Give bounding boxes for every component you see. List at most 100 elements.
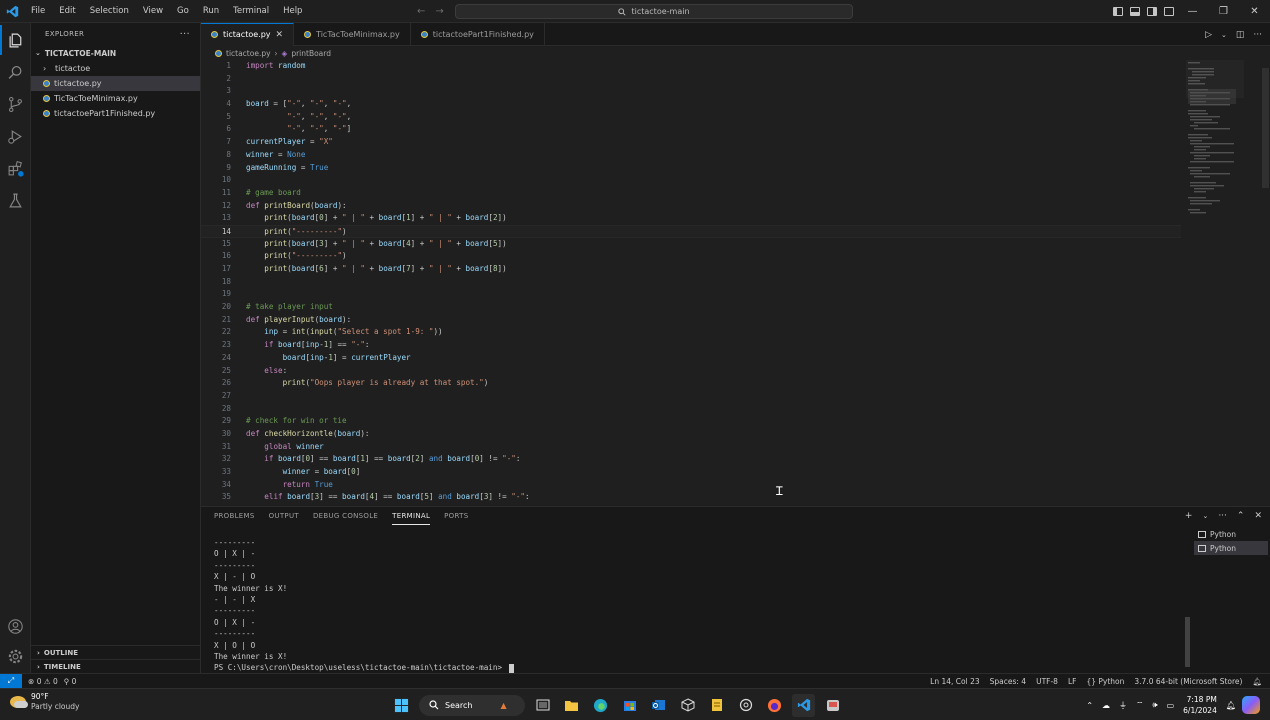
menu-terminal[interactable]: Terminal	[226, 0, 276, 23]
code-line[interactable]: 3	[201, 85, 1181, 98]
toggle-primary-sidebar-icon[interactable]	[1113, 7, 1123, 16]
windows-start-icon[interactable]	[390, 694, 413, 717]
code-line[interactable]: 19	[201, 288, 1181, 301]
search-view-icon[interactable]	[0, 57, 31, 87]
breadcrumb-symbol[interactable]: printBoard	[291, 49, 331, 58]
more-actions-icon[interactable]: ···	[1218, 511, 1227, 521]
menu-view[interactable]: View	[136, 0, 170, 23]
show-hidden-icons-icon[interactable]: ⌃	[1086, 701, 1093, 710]
code-line[interactable]: 17 print(board[6] + " | " + board[7] + "…	[201, 263, 1181, 276]
weather-widget[interactable]: 90°F Partly cloudy	[10, 692, 79, 712]
close-window-icon[interactable]: ✕	[1239, 0, 1270, 23]
menu-file[interactable]: File	[24, 0, 52, 23]
code-line[interactable]: 24 board[inp-1] = currentPlayer	[201, 352, 1181, 365]
menu-run[interactable]: Run	[196, 0, 226, 23]
code-line[interactable]: 33 winner = board[0]	[201, 466, 1181, 479]
tab-ports[interactable]: PORTS	[444, 507, 468, 525]
more-actions-icon[interactable]: ···	[180, 29, 190, 40]
customize-layout-icon[interactable]	[1164, 7, 1174, 16]
vscode-taskbar-icon[interactable]	[792, 693, 815, 717]
back-arrow-icon[interactable]: ←	[417, 6, 425, 17]
language-mode[interactable]: {} Python	[1086, 677, 1124, 686]
terminal-output[interactable]: --------- O | X | - --------- X | - | O The …	[214, 537, 1174, 673]
usb-icon[interactable]: ⏚	[1119, 700, 1127, 711]
terminal-prompt-line[interactable]: PS C:\Users\cron\Desktop\useless\tictact…	[214, 662, 1174, 673]
tab-output[interactable]: OUTPUT	[269, 507, 299, 525]
new-terminal-icon[interactable]: +	[1185, 511, 1193, 521]
notifications-bell-icon[interactable]: 🔔︎	[1252, 677, 1262, 686]
toggle-panel-icon[interactable]	[1130, 7, 1140, 16]
more-actions-icon[interactable]: ···	[1253, 30, 1262, 40]
code-line[interactable]: 30 def checkHorizontle(board):	[201, 428, 1181, 441]
file-explorer-icon[interactable]	[560, 694, 583, 717]
problems-status[interactable]: ⊗ 0 ⚠ 0	[28, 677, 58, 686]
code-line[interactable]: 2	[201, 73, 1181, 86]
manage-gear-icon[interactable]	[0, 641, 31, 671]
extensions-icon[interactable]	[0, 153, 31, 183]
restore-icon[interactable]: ❐	[1208, 0, 1239, 23]
toggle-secondary-sidebar-icon[interactable]	[1147, 7, 1157, 16]
code-line[interactable]: 7 currentPlayer = "X"	[201, 136, 1181, 149]
code-line[interactable]: 27	[201, 390, 1181, 403]
code-line[interactable]: 23 if board[inp-1] == "-":	[201, 339, 1181, 352]
close-tab-icon[interactable]: ✕	[276, 30, 284, 40]
editor-scrollbar-thumb[interactable]	[1262, 68, 1269, 188]
remote-indicator-icon[interactable]: ⤢	[0, 673, 22, 689]
code-line[interactable]: 26 print("Oops player is already at that…	[201, 377, 1181, 390]
code-line[interactable]: 22 inp = int(input("Select a spot 1-9: "…	[201, 326, 1181, 339]
close-panel-icon[interactable]: ✕	[1254, 511, 1262, 521]
code-line[interactable]: 16 print("---------")	[201, 250, 1181, 263]
chatgpt-icon[interactable]	[734, 694, 757, 717]
code-editor[interactable]: 1 import random 2 3 4 board = ["-", "-", "-",…	[201, 60, 1181, 506]
code-line[interactable]: 28	[201, 403, 1181, 416]
code-line[interactable]: 15 print(board[3] + " | " + board[4] + "…	[201, 238, 1181, 251]
tab-tictactoepart1finished-py[interactable]: tictactoePart1Finished.py	[411, 22, 545, 46]
code-line[interactable]: 5 "-", "-", "-",	[201, 111, 1181, 124]
code-line[interactable]: 9 gameRunning = True	[201, 162, 1181, 175]
code-line[interactable]: 12 def printBoard(board):	[201, 200, 1181, 213]
code-line[interactable]: 20 # take player input	[201, 301, 1181, 314]
code-line[interactable]: 13 print(board[0] + " | " + board[1] + "…	[201, 212, 1181, 225]
code-line[interactable]: 31 global winner	[201, 441, 1181, 454]
code-line[interactable]: 11 # game board	[201, 187, 1181, 200]
minimap[interactable]	[1186, 60, 1244, 240]
code-line[interactable]: 21 def playerInput(board):	[201, 314, 1181, 327]
split-editor-icon[interactable]: ◫	[1236, 30, 1245, 40]
code-line[interactable]: 34 return True	[201, 479, 1181, 492]
terminal-instance-1[interactable]: Python	[1194, 527, 1268, 541]
battery-icon[interactable]: ▭	[1167, 701, 1175, 710]
run-and-debug-icon[interactable]	[0, 121, 31, 151]
encoding[interactable]: UTF-8	[1036, 677, 1058, 686]
minimize-icon[interactable]: —	[1177, 0, 1208, 23]
tab-terminal[interactable]: TERMINAL	[392, 507, 431, 525]
code-line[interactable]: 18	[201, 276, 1181, 289]
command-center[interactable]: tictactoe-main	[455, 4, 853, 19]
forward-arrow-icon[interactable]: →	[435, 6, 443, 17]
code-line[interactable]: 14 print("---------")	[201, 224, 1181, 238]
indentation[interactable]: Spaces: 4	[990, 677, 1026, 686]
outlook-icon[interactable]	[647, 694, 670, 717]
tab-tictactoeminimax-py[interactable]: TicTacToeMinimax.py	[294, 22, 411, 46]
code-line[interactable]: 35 elif board[3] == board[4] == board[5]…	[201, 491, 1181, 504]
tree-item-tictactoepart1finished-py[interactable]: tictactoePart1Finished.py	[31, 106, 200, 121]
accounts-icon[interactable]	[0, 611, 31, 641]
editor-scrollbar[interactable]	[1260, 60, 1270, 506]
onedrive-icon[interactable]: ☁	[1102, 701, 1110, 710]
code-line[interactable]: 32 if board[0] == board[1] == board[2] a…	[201, 453, 1181, 466]
firefox-icon[interactable]	[763, 694, 786, 717]
notes-icon[interactable]	[705, 694, 728, 717]
outline-section-header[interactable]: › OUTLINE	[31, 645, 201, 659]
timeline-section-header[interactable]: › TIMELINE	[31, 659, 201, 673]
code-line[interactable]: 8 winner = None	[201, 149, 1181, 162]
menu-edit[interactable]: Edit	[52, 0, 82, 23]
notification-center-icon[interactable]: 🔔︎	[1226, 701, 1236, 710]
code-line[interactable]: 25 else:	[201, 365, 1181, 378]
run-python-file-icon[interactable]: ▷	[1205, 30, 1212, 40]
terminal-scrollbar[interactable]	[1185, 617, 1190, 667]
code-line[interactable]: 6 "-", "-", "-"]	[201, 123, 1181, 136]
end-of-line[interactable]: LF	[1068, 677, 1077, 686]
breadcrumb-file[interactable]: tictactoe.py	[226, 49, 271, 58]
microsoft-store-icon[interactable]	[618, 694, 641, 717]
tree-item-tictactoeminimax-py[interactable]: TicTacToeMinimax.py	[31, 91, 200, 106]
task-view-icon[interactable]	[531, 694, 554, 717]
